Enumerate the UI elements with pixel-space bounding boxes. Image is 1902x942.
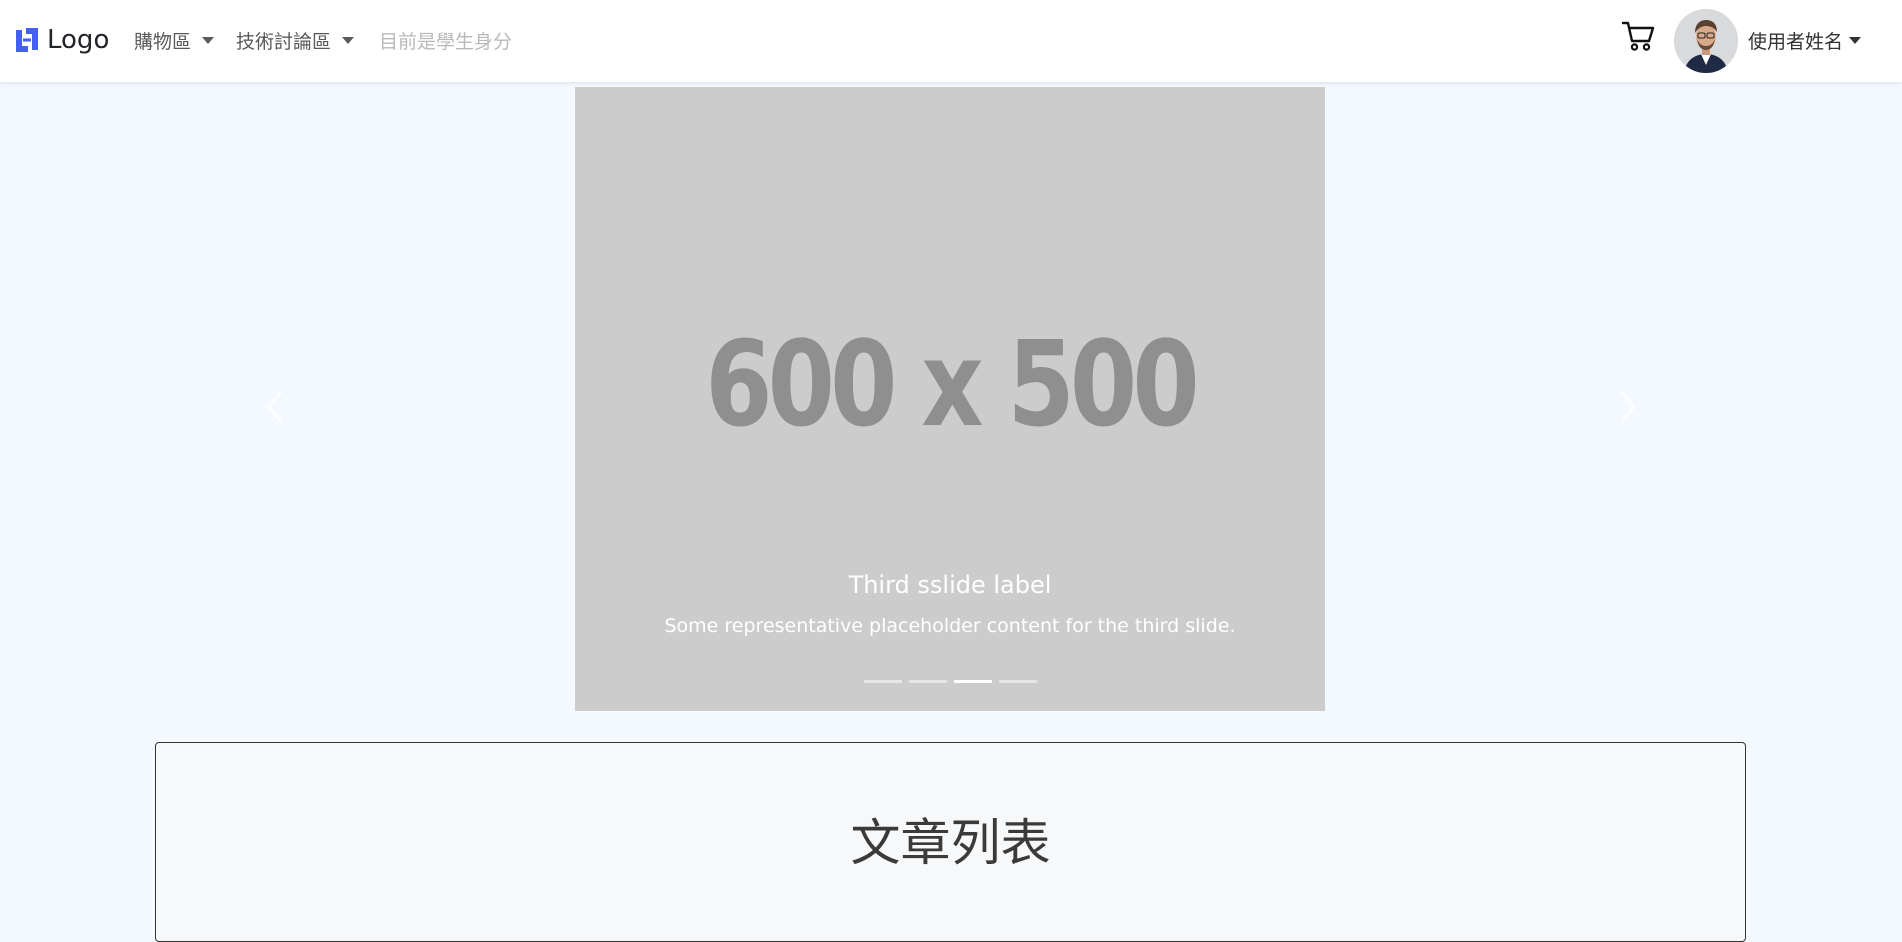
chevron-left-icon [267, 390, 283, 424]
user-menu-dropdown[interactable]: 使用者姓名 [1748, 27, 1862, 54]
shop-menu-label: 購物區 [134, 31, 192, 53]
carousel-slide: 600 x 500 Third sslide label Some repres… [575, 87, 1325, 711]
identity-status-text: 目前是學生身分 [379, 31, 513, 53]
carousel-prev-button[interactable] [255, 382, 295, 432]
user-avatar-image [1674, 9, 1738, 73]
tech-forum-menu-dropdown[interactable]: 技術討論區 [236, 27, 355, 54]
slide-title: Third sslide label [848, 571, 1052, 599]
logo-icon [14, 27, 40, 53]
brand-link[interactable]: Logo [14, 25, 109, 55]
carousel-indicators [575, 680, 1325, 683]
article-list-title: 文章列表 [850, 814, 1051, 872]
brand-label: Logo [47, 25, 110, 55]
cart-icon [1621, 21, 1655, 51]
article-list-card: 文章列表 [155, 742, 1746, 942]
carousel-indicator-active[interactable] [953, 680, 992, 683]
carousel-indicator[interactable] [908, 680, 947, 683]
chevron-right-icon [1620, 390, 1636, 424]
top-navbar: Logo 購物區 技術討論區 目前是學生身分 使用者姓名 [0, 0, 1902, 82]
image-carousel: 600 x 500 Third sslide label Some repres… [0, 82, 1902, 712]
slide-placeholder-image: 600 x 500 [705, 315, 1199, 453]
cart-button[interactable] [1621, 19, 1656, 53]
user-name-label: 使用者姓名 [1748, 31, 1844, 53]
shop-menu-dropdown[interactable]: 購物區 [134, 27, 215, 54]
tech-forum-menu-label: 技術討論區 [236, 31, 332, 53]
carousel-indicator[interactable] [863, 680, 902, 683]
carousel-indicator[interactable] [998, 680, 1037, 683]
caret-down-icon [1849, 37, 1862, 44]
slide-caption: Some representative placeholder content … [664, 615, 1236, 637]
caret-down-icon [342, 37, 355, 44]
user-avatar[interactable] [1674, 9, 1738, 73]
caret-down-icon [202, 37, 215, 44]
carousel-next-button[interactable] [1608, 382, 1648, 432]
